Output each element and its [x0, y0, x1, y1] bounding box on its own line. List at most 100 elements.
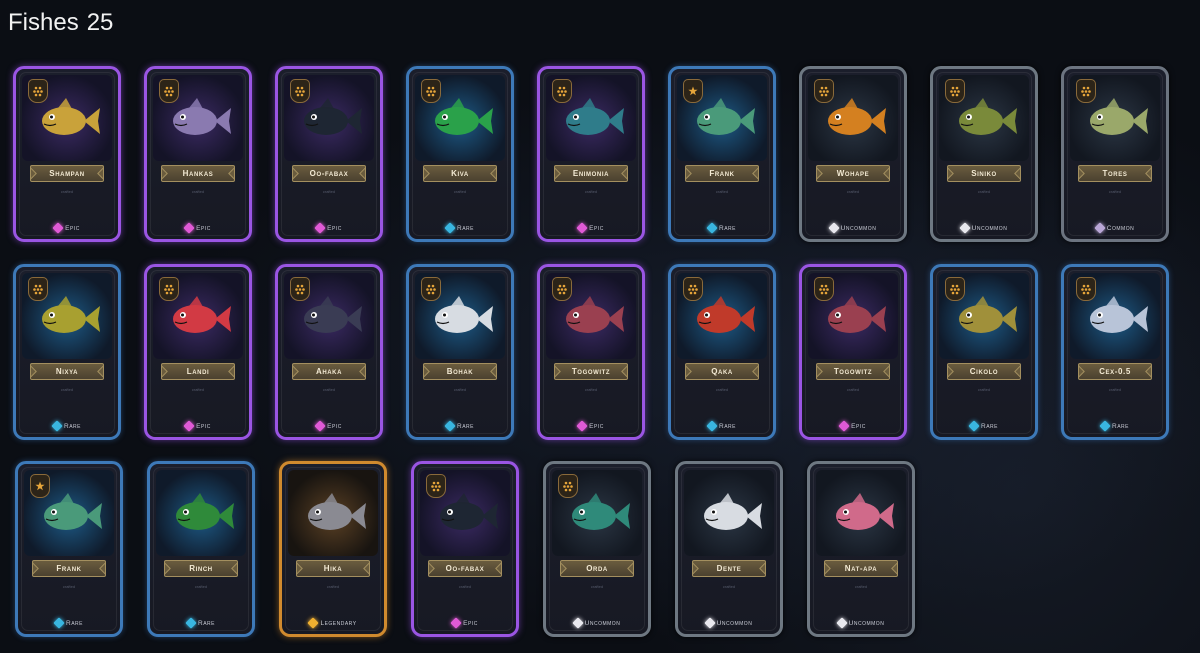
fish-name: Siniko [947, 165, 1021, 182]
fish-art [284, 75, 374, 161]
fish-card[interactable]: Dente crafted Uncommon [675, 461, 783, 637]
fish-art [552, 470, 642, 556]
rarity-gem-icon [53, 617, 65, 629]
fish-art [546, 75, 636, 161]
fish-card[interactable]: Siniko crafted Uncommon [930, 66, 1038, 242]
rarity-gem-icon [183, 222, 195, 234]
fish-name: Landi [161, 363, 235, 380]
fish-subtext: crafted [60, 189, 74, 194]
fish-art [22, 75, 112, 161]
fish-card[interactable]: Wohape crafted Uncommon [799, 66, 907, 242]
fish-icon [1080, 96, 1150, 144]
rarity-gem-icon [307, 617, 320, 629]
rarity-gem-icon [572, 617, 584, 629]
fish-card[interactable]: Hankas crafted Epic [144, 66, 252, 242]
rarity-label: Rare [457, 422, 474, 430]
fish-name: Dente [692, 560, 766, 577]
fish-subtext: crafted [453, 387, 467, 392]
fish-card[interactable]: Qaka crafted Rare [668, 264, 776, 440]
fish-name: Cex-0.5 [1078, 363, 1152, 380]
rarity-gem-icon [444, 420, 456, 432]
orca-icon [294, 96, 364, 144]
rarity-label: Epic [196, 422, 211, 430]
page-title: Fishes 25 [8, 6, 121, 40]
fish-card[interactable]: Nixya crafted Rare [13, 264, 121, 440]
rarity-row: Rare [671, 419, 773, 433]
fish-icon [425, 294, 495, 342]
fish-subtext: crafted [1108, 189, 1122, 194]
rarity-row: Epic [147, 419, 249, 433]
fish-card[interactable]: Tores crafted Common [1061, 66, 1169, 242]
fish-icon [687, 96, 757, 144]
rarity-gem-icon [838, 420, 850, 432]
fish-card[interactable]: Bohak crafted Rare [406, 264, 514, 440]
rarity-gem-icon [706, 420, 718, 432]
fish-subtext: crafted [453, 189, 467, 194]
fish-card[interactable]: Oo-fabax crafted Epic [411, 461, 519, 637]
rarity-gem-icon [183, 420, 195, 432]
fish-art [156, 470, 246, 556]
fish-subtext: crafted [62, 584, 76, 589]
fish-card[interactable]: Rinch crafted Rare [147, 461, 255, 637]
fish-name: Frank [32, 560, 106, 577]
rarity-gem-icon [314, 420, 326, 432]
fish-icon [34, 491, 104, 539]
rarity-label: Rare [719, 224, 736, 232]
fish-art [939, 75, 1029, 161]
rarity-label: Epic [589, 422, 604, 430]
fish-art [546, 273, 636, 359]
fish-card[interactable]: Hika crafted Legendary [279, 461, 387, 637]
dragon-icon [818, 294, 888, 342]
fish-card[interactable]: Cex-0.5 crafted Rare [1061, 264, 1169, 440]
rarity-label: Legendary [320, 619, 357, 627]
fish-card[interactable]: Frank crafted Rare [15, 461, 123, 637]
rarity-label: Rare [1112, 422, 1129, 430]
fish-subtext: crafted [715, 189, 729, 194]
fish-subtext: crafted [322, 387, 336, 392]
fish-name: Hankas [161, 165, 235, 182]
fish-icon [818, 96, 888, 144]
fish-subtext: crafted [322, 189, 336, 194]
fish-card[interactable]: Oo-fabax crafted Epic [275, 66, 383, 242]
rarity-gem-icon [576, 222, 588, 234]
fish-card[interactable]: Enimonia crafted Epic [537, 66, 645, 242]
rarity-row: Rare [409, 419, 511, 433]
dragon-icon [556, 294, 626, 342]
fish-card[interactable]: Orda crafted Uncommon [543, 461, 651, 637]
rarity-label: Rare [981, 422, 998, 430]
fish-name: Kiva [423, 165, 497, 182]
fish-art [420, 470, 510, 556]
fish-subtext: crafted [191, 387, 205, 392]
fish-art [153, 75, 243, 161]
rarity-row: Epic [540, 419, 642, 433]
rarity-row: Rare [671, 221, 773, 235]
fish-card[interactable]: Togowitz crafted Epic [799, 264, 907, 440]
rarity-label: Rare [66, 619, 83, 627]
rarity-gem-icon [444, 222, 456, 234]
rarity-label: Rare [719, 422, 736, 430]
fish-card[interactable]: Frank crafted Rare [668, 66, 776, 242]
fish-card[interactable]: Shampan crafted Epic [13, 66, 121, 242]
fish-name: Togowitz [816, 363, 890, 380]
rarity-label: Uncommon [840, 224, 877, 232]
rarity-gem-icon [959, 222, 971, 234]
fish-name: Cikolo [947, 363, 1021, 380]
fish-card[interactable]: Nat-apa crafted Uncommon [807, 461, 915, 637]
fish-card[interactable]: Togowitz crafted Epic [537, 264, 645, 440]
fish-art [1070, 75, 1160, 161]
fish-art [153, 273, 243, 359]
fish-card[interactable]: Kiva crafted Rare [406, 66, 514, 242]
rarity-label: Rare [64, 422, 81, 430]
fish-icon [425, 96, 495, 144]
fish-card[interactable]: Landi crafted Epic [144, 264, 252, 440]
rarity-row: Epic [278, 419, 380, 433]
fish-name: Wohape [816, 165, 890, 182]
fish-name: Tores [1078, 165, 1152, 182]
fish-card[interactable]: Cikolo crafted Rare [930, 264, 1038, 440]
rarity-row: Uncommon [810, 616, 912, 630]
rarity-label: Epic [851, 422, 866, 430]
rarity-gem-icon [968, 420, 980, 432]
fish-card[interactable]: Ahaka crafted Epic [275, 264, 383, 440]
rarity-row: Epic [802, 419, 904, 433]
dragon-icon [687, 294, 757, 342]
